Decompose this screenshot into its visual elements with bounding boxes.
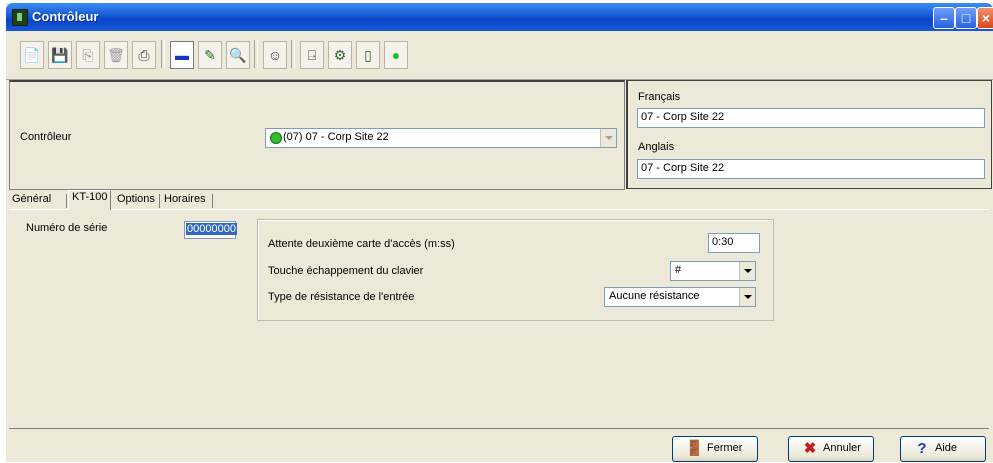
minimize-button[interactable]: – (933, 7, 955, 29)
toolbar-separator (291, 40, 295, 68)
close-icon: × (981, 10, 991, 26)
serial-number-input[interactable]: 00000000 (184, 221, 237, 239)
status-green-icon: ● (391, 47, 401, 63)
french-name-value: 07 - Corp Site 22 (641, 111, 725, 123)
button-bar: 🚪 Fermer ✖ Annuler ? Aide (9, 428, 989, 463)
controller-label: Contrôleur (20, 131, 72, 143)
tab-options[interactable]: Options (117, 193, 155, 209)
tab-general[interactable]: Général (12, 193, 51, 209)
operator-tool-button[interactable]: ☺ (263, 41, 287, 69)
find-icon: 🔍 (229, 47, 247, 63)
reader-icon: ⚙ (333, 47, 347, 63)
input-resistance-select[interactable]: Aucune résistance (604, 287, 756, 307)
escape-key-value: # (675, 264, 682, 276)
input-resistance-label: Type de résistance de l'entrée (268, 291, 415, 303)
escape-key-label: Touche échappement du clavier (268, 265, 424, 277)
controller-window: Contrôleur – □ × 📄 💾 ⎘ 🗑 ⎙ ▬ ✎ 🔍 ☺ ⍈ ⚙ ▯ ● Contrôleu… (6, 3, 993, 462)
reader-settings-group: Attente deuxième carte d'accès (m:ss) 0:… (257, 219, 774, 321)
escape-key-select[interactable]: # (670, 261, 756, 281)
maximize-icon: □ (961, 10, 971, 26)
minimize-icon: – (940, 10, 948, 26)
second-card-wait-label: Attente deuxième carte d'accès (m:ss) (268, 238, 455, 250)
save-tool-button[interactable]: 💾 (48, 41, 72, 69)
cancel-button[interactable]: ✖ Annuler (788, 436, 874, 462)
english-label: Anglais (638, 141, 675, 153)
tab-divider (212, 194, 213, 208)
print-tool-button[interactable]: ⎙ (132, 41, 156, 69)
chevron-down-icon[interactable] (739, 262, 755, 280)
serial-number-value: 00000000 (186, 223, 237, 235)
second-card-wait-input[interactable]: 0:30 (708, 233, 760, 253)
chevron-down-icon[interactable] (600, 129, 616, 147)
new-tool-button[interactable]: 📄 (20, 41, 44, 69)
close-window-button[interactable]: × (977, 7, 993, 29)
second-card-wait-value: 0:30 (712, 236, 734, 248)
french-name-input[interactable]: 07 - Corp Site 22 (637, 108, 985, 128)
maximize-button[interactable]: □ (955, 7, 977, 29)
controller-panel: Contrôleur (07) 07 - Corp Site 22 (9, 80, 625, 190)
language-panel: Français 07 - Corp Site 22 Anglais 07 - … (626, 80, 992, 189)
minimize-view-icon: ▬ (175, 47, 189, 63)
red-x-icon: ✖ (803, 440, 817, 457)
tab-strip: Général KT-100 Options Horaires (9, 190, 989, 210)
help-button-label: Aide (935, 442, 958, 454)
online-status-icon (270, 132, 282, 144)
copy-tool-button[interactable]: ⎘ (76, 41, 100, 69)
app-icon (12, 9, 28, 26)
french-label: Français (638, 91, 681, 103)
find-tool-button[interactable]: 🔍 (226, 41, 250, 69)
edit-pen-tool-button[interactable]: ✎ (198, 41, 222, 69)
delete-icon: 🗑 (107, 47, 125, 63)
cancel-button-label: Annuler (823, 442, 861, 454)
controller-icon: ▯ (364, 47, 372, 63)
door-icon: ⍈ (307, 47, 317, 63)
copy-icon: ⎘ (82, 47, 94, 63)
english-name-input[interactable]: 07 - Corp Site 22 (637, 159, 985, 179)
door-tool-button[interactable]: ⍈ (300, 41, 324, 69)
toolbar-separator (161, 40, 165, 68)
serial-number-label: Numéro de série (26, 222, 108, 234)
minimize-view-tool-button[interactable]: ▬ (170, 41, 194, 69)
delete-tool-button[interactable]: 🗑 (104, 41, 128, 69)
edit-pen-icon: ✎ (204, 47, 216, 63)
print-icon: ⎙ (138, 47, 150, 63)
tab-divider (159, 194, 160, 208)
close-button-label: Fermer (707, 442, 743, 454)
kt100-tab-content: Numéro de série 00000000 Attente deuxièm… (9, 209, 989, 429)
window-title: Contrôleur (32, 9, 99, 24)
english-name-value: 07 - Corp Site 22 (641, 162, 725, 174)
tab-horaires[interactable]: Horaires (164, 193, 206, 209)
toolbar: 📄 💾 ⎘ 🗑 ⎙ ▬ ✎ 🔍 ☺ ⍈ ⚙ ▯ ● (6, 31, 993, 80)
save-icon: 💾 (51, 47, 69, 63)
tab-kt-100[interactable]: KT-100 (68, 190, 112, 210)
controller-tool-button[interactable]: ▯ (356, 41, 380, 69)
new-icon: 📄 (23, 47, 41, 63)
chevron-down-icon[interactable] (739, 288, 755, 306)
door-exit-icon: 🚪 (685, 440, 704, 457)
title-bar[interactable]: Contrôleur – □ × (6, 3, 993, 31)
tab-divider (66, 194, 67, 208)
controller-select-value: (07) 07 - Corp Site 22 (283, 131, 389, 143)
help-button[interactable]: ? Aide (900, 436, 986, 462)
reader-tool-button[interactable]: ⚙ (328, 41, 352, 69)
controller-select[interactable]: (07) 07 - Corp Site 22 (265, 128, 617, 148)
input-resistance-value: Aucune résistance (609, 290, 700, 302)
operator-icon: ☺ (267, 47, 283, 63)
help-question-icon: ? (917, 440, 927, 457)
close-button[interactable]: 🚪 Fermer (672, 436, 758, 462)
toolbar-separator (254, 40, 258, 68)
status-green-tool-button[interactable]: ● (384, 41, 408, 69)
